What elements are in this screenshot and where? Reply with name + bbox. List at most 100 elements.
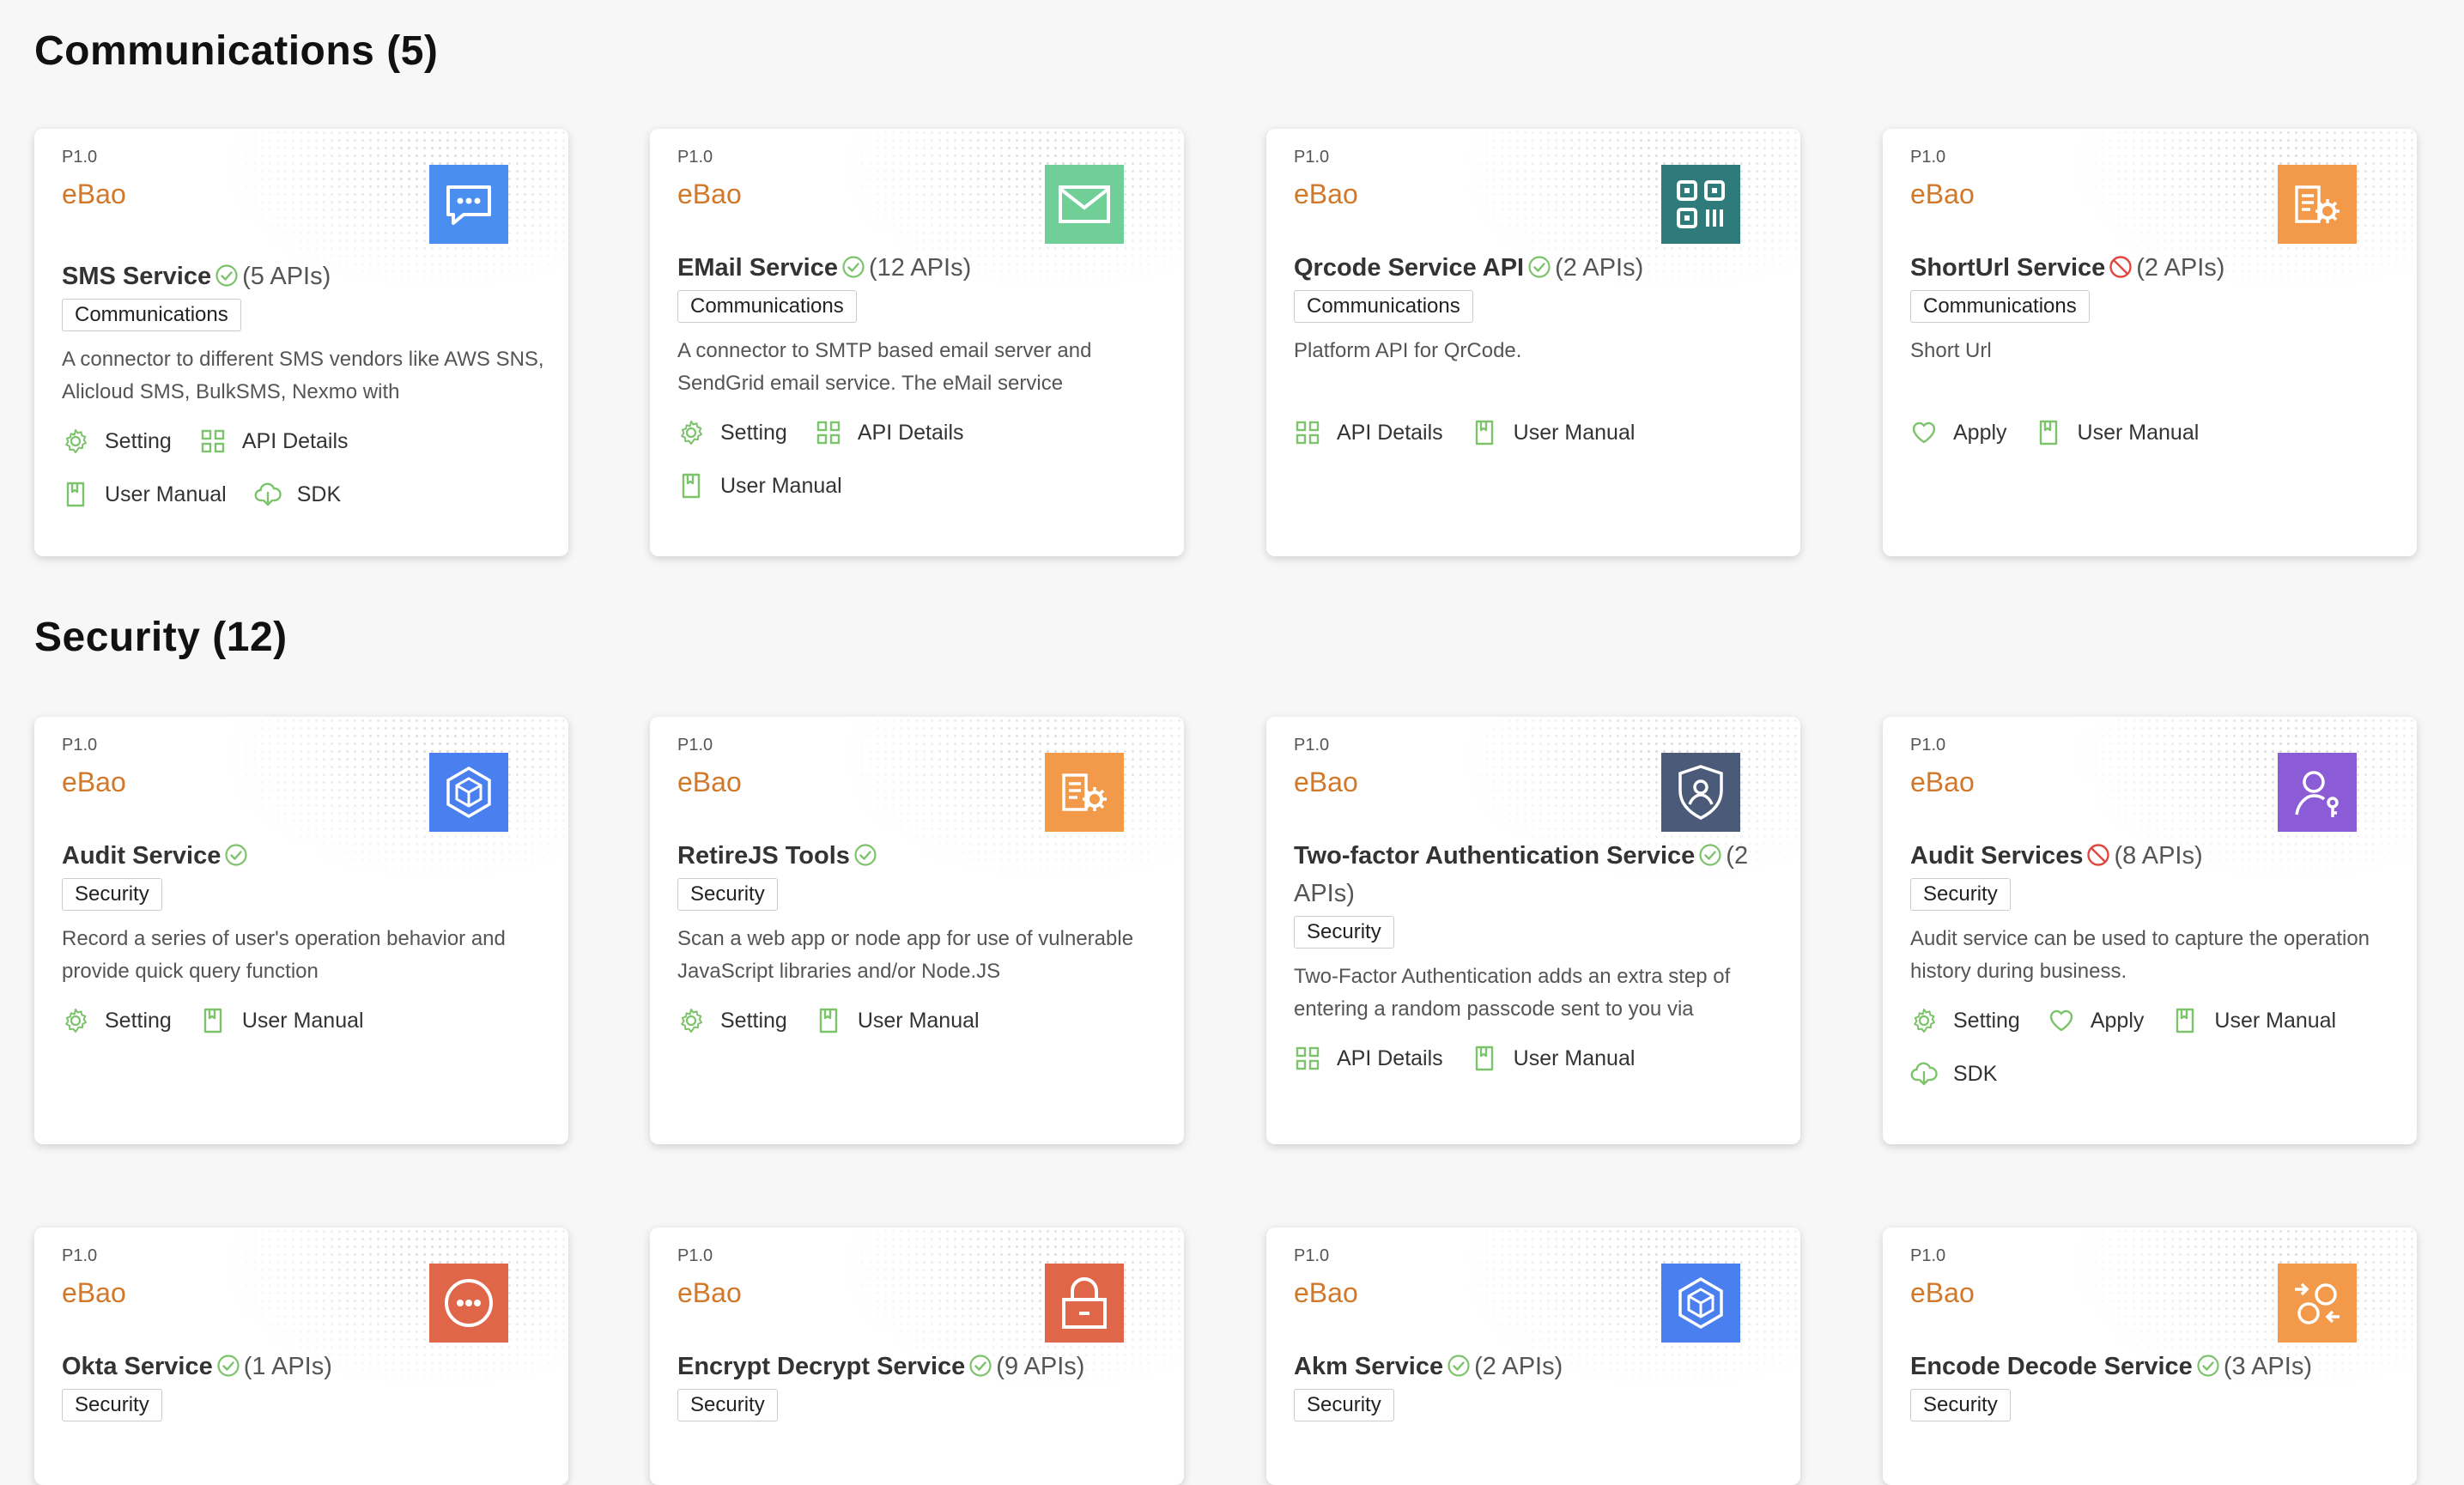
- action-label: SDK: [296, 482, 342, 506]
- sdk-action[interactable]: SDK: [254, 481, 341, 508]
- user-manual-action[interactable]: User Manual: [62, 481, 227, 508]
- action-label: User Manual: [720, 473, 842, 498]
- mail-icon: [1045, 165, 1124, 244]
- service-card[interactable]: P1.0 eBao Akm Service (2 APIs) Security: [1266, 1227, 1800, 1485]
- user-manual-action[interactable]: User Manual: [815, 1007, 980, 1034]
- user-manual-action[interactable]: User Manual: [677, 472, 842, 500]
- user-manual-action[interactable]: User Manual: [1471, 419, 1635, 446]
- service-name[interactable]: Encode Decode Service: [1910, 1353, 2193, 1380]
- service-name[interactable]: Audit Services: [1910, 842, 2083, 870]
- category-tag[interactable]: Communications: [1294, 290, 1473, 323]
- user-manual-action[interactable]: User Manual: [199, 1007, 364, 1034]
- service-name[interactable]: Qrcode Service API: [1294, 254, 1524, 282]
- category-tag[interactable]: Security: [1910, 878, 2011, 911]
- category-tag[interactable]: Communications: [677, 290, 857, 323]
- sdk-action[interactable]: SDK: [1910, 1060, 1997, 1088]
- api-count: (5 APIs): [242, 263, 331, 290]
- service-name[interactable]: Two-factor Authentication Service: [1294, 842, 1695, 870]
- user-manual-action[interactable]: User Manual: [1471, 1045, 1635, 1072]
- category-tag[interactable]: Security: [1294, 916, 1394, 949]
- card-content: Qrcode Service API (2 APIs) Communications…: [1294, 249, 1776, 446]
- service-name[interactable]: EMail Service: [677, 254, 838, 282]
- action-label: API Details: [1337, 1046, 1443, 1070]
- cloud-download-icon: [254, 481, 297, 508]
- apply-action[interactable]: Apply: [2048, 1007, 2144, 1034]
- service-name[interactable]: Encrypt Decrypt Service: [677, 1353, 965, 1380]
- check-circle-icon: [965, 1353, 996, 1380]
- service-card[interactable]: P1.0 eBao ShortUrl Service (2 APIs) Communic…: [1883, 129, 2417, 556]
- gear-icon: [1910, 1007, 1953, 1034]
- cube-icon: [1661, 1264, 1740, 1343]
- tag-row: Security: [1910, 875, 2393, 911]
- service-title-line: RetireJS Tools: [677, 837, 1160, 875]
- setting-action[interactable]: Setting: [677, 1007, 787, 1034]
- setting-action[interactable]: Setting: [1910, 1007, 2020, 1034]
- service-card[interactable]: P1.0 eBao SMS Service (5 APIs) Communication…: [34, 129, 568, 556]
- user-manual-action[interactable]: User Manual: [2171, 1007, 2336, 1034]
- tag-row: Communications: [1294, 287, 1776, 323]
- service-name[interactable]: SMS Service: [62, 263, 211, 290]
- service-card[interactable]: P1.0 eBao RetireJS Tools Security Scan a web…: [650, 717, 1184, 1144]
- category-tag[interactable]: Security: [1294, 1389, 1394, 1421]
- grid-icon: [1294, 419, 1337, 446]
- service-card[interactable]: P1.0 eBao Encode Decode Service (3 APIs) Sec…: [1883, 1227, 2417, 1485]
- category-tag[interactable]: Communications: [1910, 290, 2090, 323]
- action-label: API Details: [241, 428, 349, 453]
- category-tag[interactable]: Security: [62, 878, 162, 911]
- book-icon: [1471, 419, 1514, 446]
- user-key-icon: [2278, 753, 2357, 832]
- card-content: EMail Service (12 APIs) Communications A co…: [677, 249, 1160, 500]
- action-label: Apply: [1953, 420, 2007, 445]
- service-description: Two-Factor Authentication adds an extra …: [1294, 965, 1731, 1021]
- blocked-icon: [2083, 842, 2114, 870]
- category-tag[interactable]: Communications: [62, 299, 241, 331]
- service-card[interactable]: P1.0 eBao EMail Service (12 APIs) Communicat…: [650, 129, 1184, 556]
- service-card[interactable]: P1.0 eBao Qrcode Service API (2 APIs) Commun…: [1266, 129, 1800, 556]
- service-name[interactable]: Audit Service: [62, 842, 221, 870]
- grid-icon: [815, 419, 858, 446]
- check-circle-icon: [1443, 1353, 1474, 1380]
- service-card[interactable]: P1.0 eBao Two-factor Authentication Servic…: [1266, 717, 1800, 1144]
- grid-icon: [199, 427, 242, 455]
- book-icon: [199, 1007, 242, 1034]
- apply-action[interactable]: Apply: [1910, 419, 2007, 446]
- setting-action[interactable]: Setting: [62, 427, 172, 455]
- card-actions: Setting User Manual: [677, 1007, 1160, 1034]
- gear-icon: [62, 1007, 105, 1034]
- vendor-name: eBao: [62, 1277, 126, 1308]
- check-circle-icon: [838, 254, 869, 282]
- service-card[interactable]: P1.0 eBao Okta Service (1 APIs) Security: [34, 1227, 568, 1485]
- service-name[interactable]: RetireJS Tools: [677, 842, 850, 870]
- api-details-action[interactable]: API Details: [199, 427, 349, 455]
- chat-icon: [429, 165, 508, 244]
- section-title: Communications (5): [34, 28, 439, 74]
- vendor-name: eBao: [1910, 179, 1975, 209]
- book-icon: [2035, 419, 2078, 446]
- service-card[interactable]: P1.0 eBao Encrypt Decrypt Service (9 APIs) S…: [650, 1227, 1184, 1485]
- api-details-action[interactable]: API Details: [1294, 1045, 1443, 1072]
- service-title-line: Qrcode Service API (2 APIs): [1294, 249, 1776, 287]
- setting-action[interactable]: Setting: [62, 1007, 172, 1034]
- tag-row: Security: [62, 1385, 544, 1421]
- api-count: (2 APIs): [1555, 254, 1644, 282]
- category-tag[interactable]: Security: [677, 1389, 778, 1421]
- api-details-action[interactable]: API Details: [1294, 419, 1443, 446]
- category-tag[interactable]: Security: [1910, 1389, 2011, 1421]
- dots-circle-icon: [429, 1264, 508, 1343]
- service-name[interactable]: Okta Service: [62, 1353, 213, 1380]
- version-label: P1.0: [677, 148, 713, 167]
- service-card[interactable]: P1.0 eBao Audit Service Security Record a se…: [34, 717, 568, 1144]
- card-content: Audit Service Security Record a series of …: [62, 837, 544, 1034]
- setting-action[interactable]: Setting: [677, 419, 787, 446]
- card-content: Encrypt Decrypt Service (9 APIs) Security: [677, 1348, 1160, 1421]
- category-tag[interactable]: Security: [62, 1389, 162, 1421]
- service-card[interactable]: P1.0 eBao Audit Services (8 APIs) Security Au…: [1883, 717, 2417, 1144]
- api-details-action[interactable]: API Details: [815, 419, 964, 446]
- version-label: P1.0: [62, 1246, 98, 1265]
- category-tag[interactable]: Security: [677, 878, 778, 911]
- service-description: Audit service can be used to capture the…: [1910, 927, 2370, 983]
- user-manual-action[interactable]: User Manual: [2035, 419, 2199, 446]
- service-name[interactable]: Akm Service: [1294, 1353, 1443, 1380]
- service-name[interactable]: ShortUrl Service: [1910, 254, 2105, 282]
- action-label: User Manual: [857, 1008, 980, 1033]
